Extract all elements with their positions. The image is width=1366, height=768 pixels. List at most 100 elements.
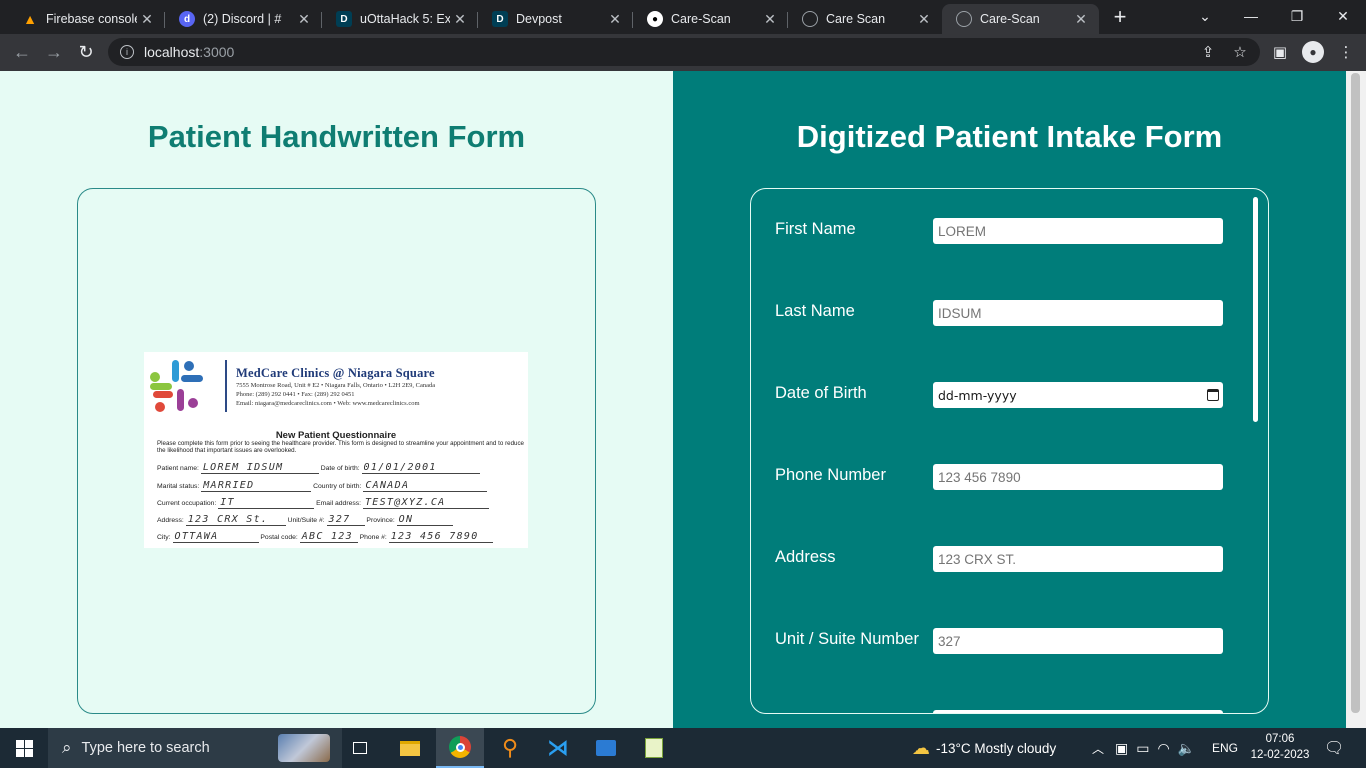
hw-province: ON: [396, 514, 453, 526]
clinic-logo: [150, 360, 203, 412]
windows-start-button[interactable]: [0, 728, 48, 768]
unit-input[interactable]: 327: [933, 628, 1223, 654]
side-panel-icon[interactable]: ▣: [1270, 42, 1290, 62]
clinic-name: MedCare Clinics @ Niagara Square: [236, 366, 435, 380]
globe-icon: [956, 11, 972, 27]
dob-value: dd-mm-yyyy: [938, 387, 1017, 403]
tab-title: Care-Scan: [980, 12, 1040, 26]
first-name-label: First Name: [775, 220, 856, 238]
page-scrollbar-thumb[interactable]: [1351, 73, 1360, 713]
clock-date: 12-02-2023: [1250, 749, 1310, 761]
firebase-icon: ▲: [23, 11, 37, 27]
page-scrollbar[interactable]: [1346, 71, 1366, 728]
windows-logo-icon: [15, 739, 33, 757]
form-scrollbar[interactable]: [1253, 197, 1258, 422]
search-app-icon[interactable]: ⚲: [486, 728, 534, 768]
bookmark-star-icon[interactable]: ☆: [1230, 42, 1250, 62]
handwritten-form-card: MedCare Clinics @ Niagara Square 7555 Mo…: [77, 188, 596, 714]
hw-city: OTTAWA: [172, 531, 259, 543]
system-tray-icons[interactable]: ▣ ▭ ◠ 🔈: [1115, 728, 1195, 768]
tab-care-scan[interactable]: Care Scan ✕: [788, 4, 942, 34]
tab-search-icon[interactable]: ⌄: [1182, 0, 1228, 32]
form-row-marital: Marital status: MARRIED Country of birth…: [157, 480, 488, 492]
calendar-icon[interactable]: [1207, 389, 1219, 401]
menu-kebab-icon[interactable]: ⋮: [1336, 42, 1356, 62]
vscode-icon[interactable]: ⋊: [534, 728, 582, 768]
dob-label: Date of Birth: [775, 384, 867, 402]
next-field-input[interactable]: [933, 710, 1223, 713]
hw-marital: MARRIED: [201, 480, 312, 492]
first-name-input[interactable]: LOREM: [933, 218, 1223, 244]
tab-title: Devpost: [516, 12, 562, 26]
url-port: :3000: [199, 44, 235, 60]
tab-uottahack[interactable]: D uOttaHack 5: Exp ✕: [322, 4, 478, 34]
hw-patient-name: LOREM IDSUM: [200, 462, 319, 474]
forward-icon[interactable]: →: [40, 38, 68, 66]
form-row-occupation: Current occupation: IT Email address: TE…: [157, 497, 489, 509]
task-view-icon[interactable]: [336, 728, 384, 768]
taskbar-search-box[interactable]: ⌕ Type here to search: [48, 728, 342, 768]
dob-input[interactable]: dd-mm-yyyy: [933, 382, 1223, 408]
last-name-input[interactable]: IDSUM: [933, 300, 1223, 326]
minimize-button[interactable]: —: [1228, 0, 1274, 32]
battery-icon[interactable]: ▭: [1136, 740, 1149, 757]
volume-icon[interactable]: 🔈: [1178, 740, 1195, 757]
search-placeholder: Type here to search: [81, 740, 210, 756]
close-tab-icon[interactable]: ✕: [1071, 11, 1091, 28]
handwritten-form-image: MedCare Clinics @ Niagara Square 7555 Mo…: [144, 352, 528, 548]
file-explorer-icon[interactable]: [386, 728, 434, 768]
search-icon: ⌕: [62, 738, 72, 757]
chrome-icon[interactable]: [436, 728, 484, 768]
tab-title: Firebase console: [46, 12, 137, 26]
tab-care-scan-github[interactable]: ● Care-Scan ✕: [633, 4, 788, 34]
close-tab-icon[interactable]: ✕: [450, 11, 470, 28]
hw-country: CANADA: [363, 480, 488, 492]
address-bar[interactable]: i localhost:3000: [108, 38, 1260, 66]
digitized-form-pane: Digitized Patient Intake Form First Name…: [673, 71, 1346, 728]
tab-devpost[interactable]: D Devpost ✕: [478, 4, 633, 34]
new-tab-button[interactable]: +: [1108, 6, 1132, 30]
close-tab-icon[interactable]: ✕: [914, 11, 934, 28]
share-icon[interactable]: ⇪: [1198, 42, 1218, 62]
close-window-button[interactable]: ✕: [1320, 0, 1366, 32]
clinic-email: Email: niagara@medcareclinics.com • Web:…: [236, 400, 420, 407]
site-info-icon[interactable]: i: [120, 45, 134, 59]
notepad-app-icon[interactable]: [630, 728, 678, 768]
close-tab-icon[interactable]: ✕: [294, 11, 314, 28]
tab-firebase[interactable]: ▲ Firebase console ✕: [8, 4, 165, 34]
meet-now-icon[interactable]: ▣: [1115, 740, 1128, 757]
close-tab-icon[interactable]: ✕: [760, 11, 780, 28]
tab-discord[interactable]: d (2) Discord | # ✕: [165, 4, 322, 34]
close-tab-icon[interactable]: ✕: [605, 11, 625, 28]
devpost-icon: D: [336, 11, 352, 27]
hw-postal: ABC 123: [299, 531, 358, 543]
clock-time: 07:06: [1265, 733, 1295, 745]
taskbar-clock[interactable]: 07:06 12-02-2023: [1248, 731, 1312, 763]
tab-title: uOttaHack 5: Exp: [360, 12, 450, 26]
hw-dob: 01/01/2001: [361, 462, 480, 474]
phone-label: Phone Number: [775, 466, 886, 484]
close-tab-icon[interactable]: ✕: [137, 11, 157, 28]
weather-text: -13°C Mostly cloudy: [936, 740, 1057, 756]
reload-icon[interactable]: ↻: [72, 38, 100, 66]
phone-input[interactable]: 123 456 7890: [933, 464, 1223, 490]
cloudy-weather-icon: ☁: [912, 737, 930, 758]
hw-phone: 123 456 7890: [388, 531, 493, 543]
weather-widget[interactable]: ☁ -13°C Mostly cloudy: [912, 728, 1056, 768]
notifications-icon[interactable]: 🗨: [1324, 728, 1344, 768]
show-hidden-icons[interactable]: ︿: [1092, 728, 1104, 768]
language-indicator[interactable]: ENG: [1212, 728, 1238, 768]
photos-icon[interactable]: [582, 728, 630, 768]
profile-avatar[interactable]: ●: [1302, 41, 1324, 63]
unit-label: Unit / Suite Number: [775, 630, 919, 648]
devpost-icon: D: [492, 11, 508, 27]
restore-button[interactable]: ❐: [1274, 0, 1320, 32]
address-input[interactable]: 123 CRX ST.: [933, 546, 1223, 572]
back-icon[interactable]: ←: [8, 38, 36, 66]
page-title: Patient Handwritten Form: [147, 119, 526, 154]
form-row-city: City: OTTAWA Postal code: ABC 123 Phone …: [157, 531, 493, 543]
form-row-address: Address: 123 CRX St. Unit/Suite #: 327 P…: [157, 514, 453, 526]
wifi-icon[interactable]: ◠: [1157, 740, 1169, 757]
hw-occupation: IT: [218, 497, 315, 509]
tab-care-scan-active[interactable]: Care-Scan ✕: [942, 4, 1099, 34]
